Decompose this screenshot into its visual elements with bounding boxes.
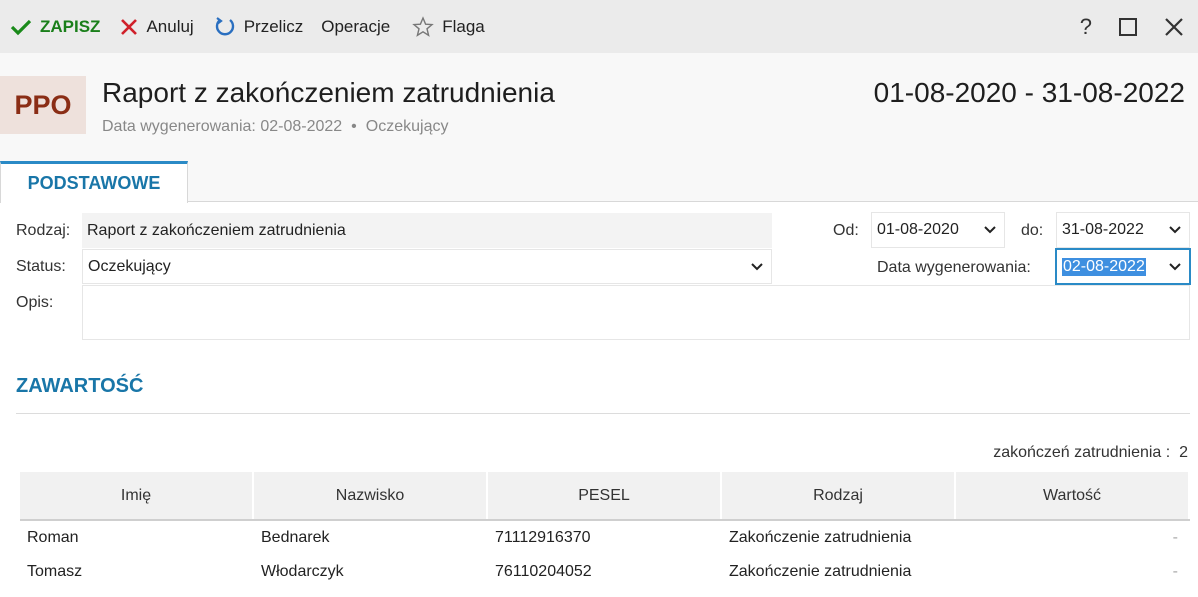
cell-first-name: Tomasz: [27, 563, 83, 580]
to-label: do:: [1021, 222, 1044, 239]
save-label: ZAPISZ: [40, 16, 101, 36]
table-header: Imię Nazwisko PESEL Rodzaj Wartość: [20, 472, 1190, 519]
column-header-pesel[interactable]: PESEL: [488, 472, 720, 519]
cell-first-name: Roman: [27, 529, 79, 546]
cell-last-name: Włodarczyk: [261, 563, 344, 580]
column-header-first-name[interactable]: Imię: [20, 472, 252, 519]
refresh-icon: [215, 16, 234, 35]
type-value: Raport z zakończeniem zatrudnienia: [87, 221, 346, 239]
star-icon: [412, 15, 435, 37]
flag-button[interactable]: Flaga: [412, 0, 485, 53]
chevron-down-icon: [751, 262, 763, 270]
operations-label: Operacje: [321, 16, 391, 36]
generated-date-label: Data wygenerowania:: [877, 259, 1031, 276]
description-label: Opis:: [16, 294, 54, 311]
tab-podstawowe[interactable]: PODSTAWOWE: [0, 161, 188, 203]
status-value: Oczekujący: [88, 257, 171, 275]
type-label: Rodzaj:: [16, 222, 71, 239]
document-type-badge: PPO: [0, 76, 86, 134]
cancel-button[interactable]: Anuluj: [120, 0, 194, 53]
column-header-value[interactable]: Wartość: [956, 472, 1188, 519]
cell-type: Zakończenie zatrudnienia: [729, 529, 912, 546]
cell-last-name: Bednarek: [261, 529, 330, 546]
separator-dot: •: [351, 118, 357, 135]
cell-value: -: [1172, 563, 1178, 580]
save-button[interactable]: ZAPISZ: [10, 0, 100, 53]
table-row[interactable]: Roman Bednarek 71112916370 Zakończenie z…: [20, 521, 1190, 555]
record-header: PPO Raport z zakończeniem zatrudnienia D…: [0, 53, 1198, 159]
record-count-label: zakończeń zatrudnienia :: [993, 444, 1171, 461]
content-section-title: ZAWARTOŚĆ: [16, 375, 144, 397]
generated-date-text: Data wygenerowania: 02-08-2022: [102, 118, 343, 135]
check-icon: [10, 19, 32, 35]
to-date-value: 31-08-2022: [1062, 221, 1144, 238]
section-divider: [16, 413, 1190, 414]
cancel-label: Anuluj: [146, 16, 194, 36]
column-header-last-name[interactable]: Nazwisko: [254, 472, 486, 519]
header-subtitle: Data wygenerowania: 02-08-2022 • Oczekując…: [102, 118, 448, 136]
status-label: Status:: [16, 258, 66, 275]
close-icon[interactable]: [1164, 17, 1184, 37]
window-controls: ?: [1080, 0, 1184, 53]
record-count: zakończeń zatrudnienia : 2: [993, 444, 1188, 462]
content-table: Imię Nazwisko PESEL Rodzaj Wartość Roman…: [20, 472, 1190, 589]
record-count-value: 2: [1179, 444, 1188, 461]
column-header-type[interactable]: Rodzaj: [722, 472, 954, 519]
generated-date-picker[interactable]: 02-08-2022: [1055, 248, 1191, 285]
recalc-button[interactable]: Przelicz: [214, 0, 304, 53]
to-date-picker[interactable]: 31-08-2022: [1056, 212, 1190, 248]
status-text: Oczekujący: [365, 118, 449, 135]
table-row[interactable]: Tomasz Włodarczyk 76110204052 Zakończeni…: [20, 555, 1190, 589]
page-title: Raport z zakończeniem zatrudnienia: [102, 77, 555, 108]
from-date-picker[interactable]: 01-08-2020: [871, 212, 1005, 248]
cell-pesel: 76110204052: [495, 563, 592, 580]
from-label: Od:: [833, 222, 859, 239]
chevron-down-icon: [1169, 262, 1181, 270]
description-field[interactable]: [82, 285, 1190, 340]
toolbar: ZAPISZ Anuluj Przelicz Operacje Flaga ?: [0, 0, 1198, 53]
cell-pesel: 71112916370: [495, 529, 591, 546]
flag-label: Flaga: [442, 16, 485, 36]
from-date-value: 01-08-2020: [877, 221, 959, 238]
chevron-down-icon: [984, 226, 996, 234]
generated-date-value: 02-08-2022: [1062, 257, 1146, 276]
status-select[interactable]: Oczekujący: [82, 249, 772, 284]
help-button[interactable]: ?: [1080, 14, 1092, 40]
type-field: Raport z zakończeniem zatrudnienia: [82, 213, 772, 248]
operations-menu[interactable]: Operacje: [321, 0, 390, 53]
chevron-down-icon: [1169, 226, 1181, 234]
recalc-label: Przelicz: [243, 16, 304, 36]
maximize-icon[interactable]: [1118, 17, 1138, 37]
date-range: 01-08-2020 - 31-08-2022: [873, 77, 1185, 108]
tab-bar: PODSTAWOWE: [0, 159, 1198, 203]
cell-type: Zakończenie zatrudnienia: [729, 563, 912, 580]
close-x-icon: [121, 18, 138, 35]
cell-value: -: [1172, 529, 1178, 546]
